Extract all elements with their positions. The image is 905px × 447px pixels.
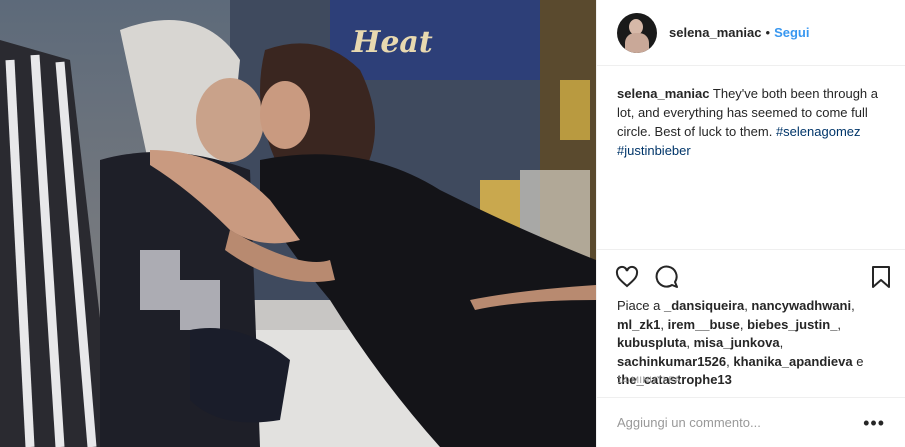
likes-and: e [852, 353, 864, 369]
comment-button[interactable] [655, 265, 679, 289]
likes-section: Piace a _dansiqueira, nancywadhwani, ml_… [617, 298, 864, 387]
photo-illustration: Heat [0, 0, 596, 447]
more-options-button[interactable]: ••• [863, 414, 885, 432]
liker-link[interactable]: khanika_apandieva [733, 354, 852, 369]
heart-icon [615, 265, 639, 288]
comment-input[interactable] [617, 415, 864, 430]
post-sidebar: selena_maniac • Segui selena_maniac They… [596, 0, 905, 447]
hashtag-link[interactable]: #selenagomez [776, 124, 861, 139]
hashtag-link[interactable]: #justinbieber [617, 143, 691, 158]
post-container: Heat selena_maniac • Segui selena_maniac… [0, 0, 905, 447]
action-bar [597, 250, 905, 294]
liker-link[interactable]: irem__buse [668, 317, 740, 332]
heat-sign-text: Heat [351, 25, 433, 60]
post-photo[interactable]: Heat [0, 0, 596, 447]
header-separator: • [765, 25, 771, 40]
liker-link[interactable]: ml_zk1 [617, 317, 660, 332]
liker-link[interactable]: biebes_justin_ [747, 317, 837, 332]
liker-link[interactable]: sachinkumar1526 [617, 354, 726, 369]
post-header: selena_maniac • Segui [597, 0, 905, 66]
like-button[interactable] [615, 265, 639, 289]
caption-username[interactable]: selena_maniac [617, 86, 710, 101]
header-username[interactable]: selena_maniac [669, 25, 762, 40]
likes-prefix: Piace a [617, 298, 664, 313]
liker-link[interactable]: misa_junkova [694, 335, 780, 350]
save-button[interactable] [871, 265, 891, 289]
follow-button[interactable]: Segui [774, 25, 809, 40]
liker-link[interactable]: kubuspluta [617, 335, 686, 350]
avatar[interactable] [617, 12, 657, 53]
bookmark-icon [872, 266, 890, 288]
liker-link[interactable]: _dansiqueira [664, 298, 744, 313]
caption: selena_maniac They've both been through … [597, 66, 905, 250]
comment-bar: ••• [597, 397, 905, 447]
comment-icon [655, 265, 678, 288]
liker-link[interactable]: nancywadhwani [751, 298, 851, 313]
